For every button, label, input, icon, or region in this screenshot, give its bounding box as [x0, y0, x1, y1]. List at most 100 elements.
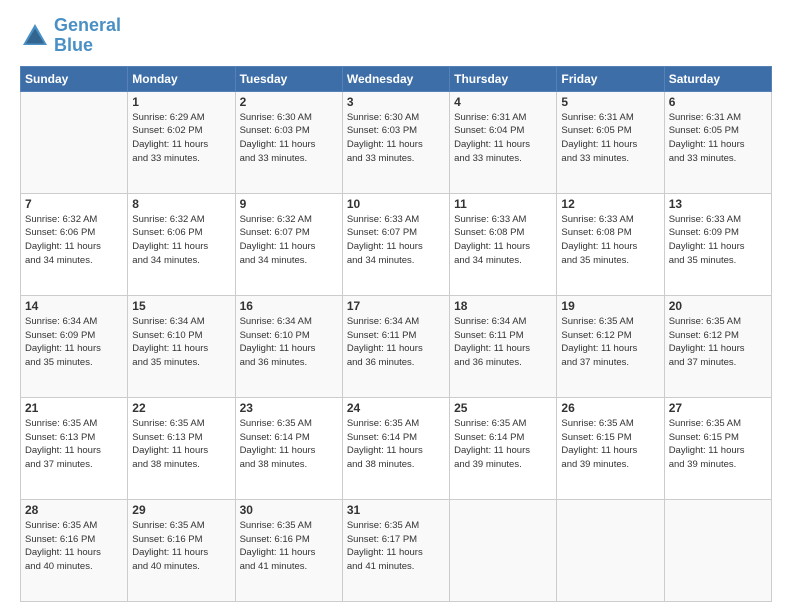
- day-info: Sunrise: 6:35 AM Sunset: 6:12 PM Dayligh…: [669, 315, 767, 370]
- day-info: Sunrise: 6:35 AM Sunset: 6:16 PM Dayligh…: [25, 519, 123, 574]
- calendar-header-sunday: Sunday: [21, 66, 128, 91]
- day-info: Sunrise: 6:35 AM Sunset: 6:15 PM Dayligh…: [669, 417, 767, 472]
- day-number: 11: [454, 197, 552, 211]
- day-number: 16: [240, 299, 338, 313]
- day-number: 22: [132, 401, 230, 415]
- calendar-cell: 7 Sunrise: 6:32 AM Sunset: 6:06 PM Daylig…: [21, 193, 128, 295]
- day-number: 6: [669, 95, 767, 109]
- logo-icon: [20, 21, 50, 51]
- day-info: Sunrise: 6:34 AM Sunset: 6:09 PM Dayligh…: [25, 315, 123, 370]
- day-number: 7: [25, 197, 123, 211]
- day-info: Sunrise: 6:31 AM Sunset: 6:04 PM Dayligh…: [454, 111, 552, 166]
- calendar-cell: 28Sunrise: 6:35 AM Sunset: 6:16 PM Dayli…: [21, 499, 128, 601]
- page: General Blue SundayMondayTuesdayWednesda…: [0, 0, 792, 612]
- day-number: 3: [347, 95, 445, 109]
- calendar-header-monday: Monday: [128, 66, 235, 91]
- day-info: Sunrise: 6:35 AM Sunset: 6:15 PM Dayligh…: [561, 417, 659, 472]
- calendar-cell: 12Sunrise: 6:33 AM Sunset: 6:08 PM Dayli…: [557, 193, 664, 295]
- calendar-cell: 9 Sunrise: 6:32 AM Sunset: 6:07 PM Daylig…: [235, 193, 342, 295]
- day-info: Sunrise: 6:35 AM Sunset: 6:14 PM Dayligh…: [347, 417, 445, 472]
- day-number: 17: [347, 299, 445, 313]
- calendar-week-2: 7 Sunrise: 6:32 AM Sunset: 6:06 PM Daylig…: [21, 193, 772, 295]
- calendar-week-1: 1 Sunrise: 6:29 AM Sunset: 6:02 PM Daylig…: [21, 91, 772, 193]
- calendar-cell: 11 Sunrise: 6:33 AM Sunset: 6:08 PM Dayli…: [450, 193, 557, 295]
- calendar-cell: 31 Sunrise: 6:35 AM Sunset: 6:17 PM Dayli…: [342, 499, 449, 601]
- calendar-cell: 13 Sunrise: 6:33 AM Sunset: 6:09 PM Dayli…: [664, 193, 771, 295]
- day-info: Sunrise: 6:35 AM Sunset: 6:13 PM Dayligh…: [25, 417, 123, 472]
- day-number: 30: [240, 503, 338, 517]
- day-number: 13: [669, 197, 767, 211]
- day-number: 31: [347, 503, 445, 517]
- calendar-cell: 16 Sunrise: 6:34 AM Sunset: 6:10 PM Dayli…: [235, 295, 342, 397]
- calendar-cell: [557, 499, 664, 601]
- day-number: 9: [240, 197, 338, 211]
- calendar-header-tuesday: Tuesday: [235, 66, 342, 91]
- day-info: Sunrise: 6:33 AM Sunset: 6:07 PM Dayligh…: [347, 213, 445, 268]
- day-info: Sunrise: 6:35 AM Sunset: 6:16 PM Dayligh…: [132, 519, 230, 574]
- calendar-cell: 19 Sunrise: 6:35 AM Sunset: 6:12 PM Dayli…: [557, 295, 664, 397]
- day-number: 15: [132, 299, 230, 313]
- day-info: Sunrise: 6:31 AM Sunset: 6:05 PM Dayligh…: [669, 111, 767, 166]
- calendar-cell: 4 Sunrise: 6:31 AM Sunset: 6:04 PM Daylig…: [450, 91, 557, 193]
- day-number: 23: [240, 401, 338, 415]
- day-number: 29: [132, 503, 230, 517]
- calendar-cell: [21, 91, 128, 193]
- day-number: 19: [561, 299, 659, 313]
- day-number: 1: [132, 95, 230, 109]
- day-number: 2: [240, 95, 338, 109]
- calendar-cell: 21 Sunrise: 6:35 AM Sunset: 6:13 PM Dayli…: [21, 397, 128, 499]
- calendar-week-3: 14 Sunrise: 6:34 AM Sunset: 6:09 PM Dayli…: [21, 295, 772, 397]
- calendar-cell: 3Sunrise: 6:30 AM Sunset: 6:03 PM Daylig…: [342, 91, 449, 193]
- calendar-cell: 25Sunrise: 6:35 AM Sunset: 6:14 PM Dayli…: [450, 397, 557, 499]
- calendar-cell: [664, 499, 771, 601]
- calendar-cell: 15 Sunrise: 6:34 AM Sunset: 6:10 PM Dayli…: [128, 295, 235, 397]
- calendar-week-5: 28Sunrise: 6:35 AM Sunset: 6:16 PM Dayli…: [21, 499, 772, 601]
- day-info: Sunrise: 6:32 AM Sunset: 6:06 PM Dayligh…: [25, 213, 123, 268]
- calendar-cell: 14 Sunrise: 6:34 AM Sunset: 6:09 PM Dayli…: [21, 295, 128, 397]
- day-number: 14: [25, 299, 123, 313]
- calendar-header-row: SundayMondayTuesdayWednesdayThursdayFrid…: [21, 66, 772, 91]
- day-info: Sunrise: 6:35 AM Sunset: 6:14 PM Dayligh…: [454, 417, 552, 472]
- calendar-cell: 6 Sunrise: 6:31 AM Sunset: 6:05 PM Daylig…: [664, 91, 771, 193]
- calendar-cell: 23 Sunrise: 6:35 AM Sunset: 6:14 PM Dayli…: [235, 397, 342, 499]
- day-number: 21: [25, 401, 123, 415]
- day-number: 20: [669, 299, 767, 313]
- calendar-cell: 24 Sunrise: 6:35 AM Sunset: 6:14 PM Dayli…: [342, 397, 449, 499]
- calendar-header-thursday: Thursday: [450, 66, 557, 91]
- calendar-cell: 10 Sunrise: 6:33 AM Sunset: 6:07 PM Dayli…: [342, 193, 449, 295]
- day-info: Sunrise: 6:32 AM Sunset: 6:07 PM Dayligh…: [240, 213, 338, 268]
- day-info: Sunrise: 6:33 AM Sunset: 6:08 PM Dayligh…: [454, 213, 552, 268]
- calendar-cell: 27 Sunrise: 6:35 AM Sunset: 6:15 PM Dayli…: [664, 397, 771, 499]
- day-info: Sunrise: 6:35 AM Sunset: 6:16 PM Dayligh…: [240, 519, 338, 574]
- day-info: Sunrise: 6:35 AM Sunset: 6:14 PM Dayligh…: [240, 417, 338, 472]
- calendar-cell: 5Sunrise: 6:31 AM Sunset: 6:05 PM Daylig…: [557, 91, 664, 193]
- calendar-cell: 8Sunrise: 6:32 AM Sunset: 6:06 PM Daylig…: [128, 193, 235, 295]
- day-info: Sunrise: 6:34 AM Sunset: 6:10 PM Dayligh…: [240, 315, 338, 370]
- calendar-cell: 2 Sunrise: 6:30 AM Sunset: 6:03 PM Daylig…: [235, 91, 342, 193]
- day-info: Sunrise: 6:35 AM Sunset: 6:12 PM Dayligh…: [561, 315, 659, 370]
- calendar-cell: 1 Sunrise: 6:29 AM Sunset: 6:02 PM Daylig…: [128, 91, 235, 193]
- calendar-header-wednesday: Wednesday: [342, 66, 449, 91]
- day-info: Sunrise: 6:32 AM Sunset: 6:06 PM Dayligh…: [132, 213, 230, 268]
- calendar-cell: 29 Sunrise: 6:35 AM Sunset: 6:16 PM Dayli…: [128, 499, 235, 601]
- day-number: 10: [347, 197, 445, 211]
- day-number: 4: [454, 95, 552, 109]
- day-info: Sunrise: 6:29 AM Sunset: 6:02 PM Dayligh…: [132, 111, 230, 166]
- day-number: 24: [347, 401, 445, 415]
- day-number: 27: [669, 401, 767, 415]
- calendar-cell: 22Sunrise: 6:35 AM Sunset: 6:13 PM Dayli…: [128, 397, 235, 499]
- calendar-cell: [450, 499, 557, 601]
- day-info: Sunrise: 6:30 AM Sunset: 6:03 PM Dayligh…: [240, 111, 338, 166]
- calendar-header-saturday: Saturday: [664, 66, 771, 91]
- day-info: Sunrise: 6:34 AM Sunset: 6:10 PM Dayligh…: [132, 315, 230, 370]
- calendar-cell: 20 Sunrise: 6:35 AM Sunset: 6:12 PM Dayli…: [664, 295, 771, 397]
- calendar-cell: 17Sunrise: 6:34 AM Sunset: 6:11 PM Dayli…: [342, 295, 449, 397]
- day-info: Sunrise: 6:31 AM Sunset: 6:05 PM Dayligh…: [561, 111, 659, 166]
- day-info: Sunrise: 6:35 AM Sunset: 6:17 PM Dayligh…: [347, 519, 445, 574]
- day-info: Sunrise: 6:33 AM Sunset: 6:09 PM Dayligh…: [669, 213, 767, 268]
- day-number: 12: [561, 197, 659, 211]
- day-info: Sunrise: 6:34 AM Sunset: 6:11 PM Dayligh…: [454, 315, 552, 370]
- calendar-cell: 26Sunrise: 6:35 AM Sunset: 6:15 PM Dayli…: [557, 397, 664, 499]
- calendar-cell: 18Sunrise: 6:34 AM Sunset: 6:11 PM Dayli…: [450, 295, 557, 397]
- logo: General Blue: [20, 16, 121, 56]
